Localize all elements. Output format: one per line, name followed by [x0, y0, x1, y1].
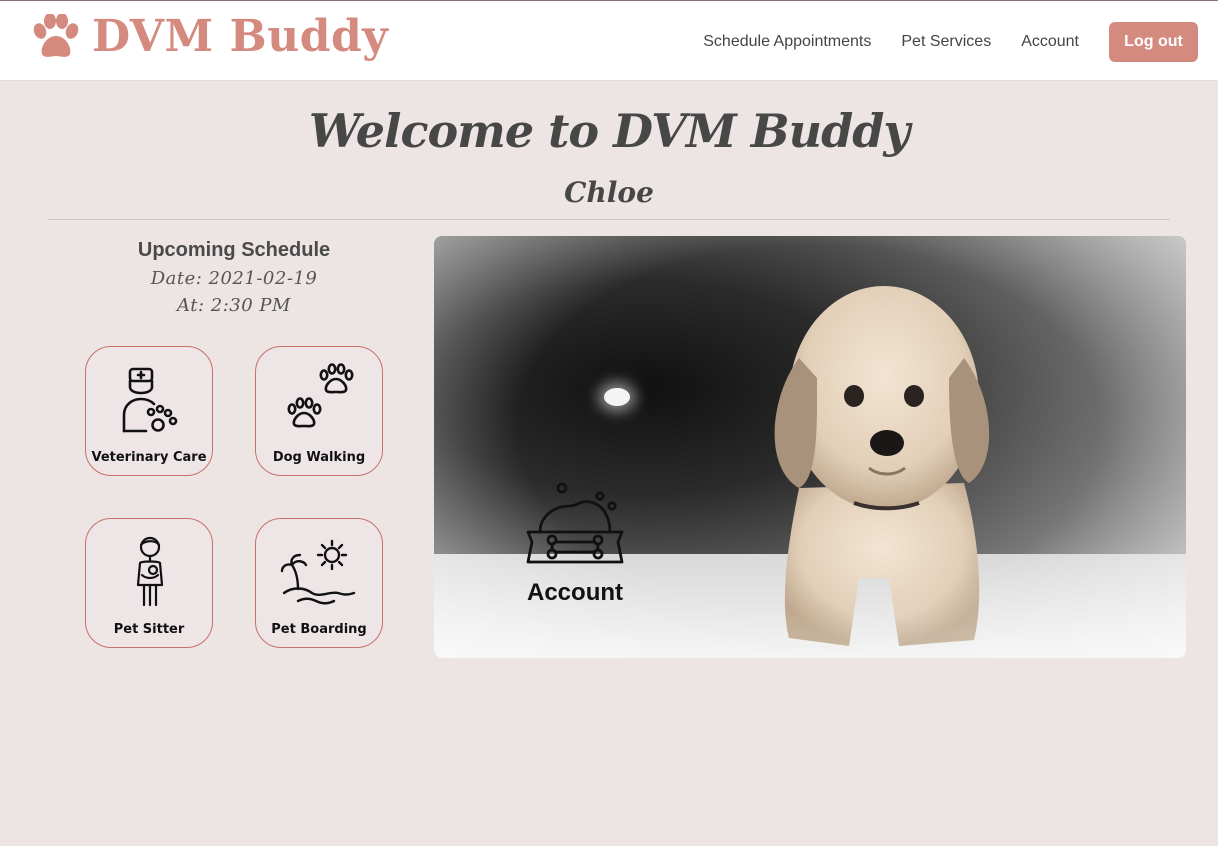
schedule-date: Date: 2021-02-19	[150, 268, 318, 289]
service-label: Pet Sitter	[113, 622, 185, 637]
brand-logo-link[interactable]: DVM Buddy	[30, 11, 388, 62]
hero-account-label: Account	[527, 579, 623, 606]
island-sun-icon	[280, 539, 356, 605]
service-tile-pet-sitter[interactable]: Pet Sitter	[85, 518, 213, 648]
hero-account-link[interactable]: Account	[510, 482, 640, 607]
nav-schedule-appointments[interactable]: Schedule Appointments	[703, 24, 871, 60]
navbar: DVM Buddy Schedule Appointments Pet Serv…	[0, 0, 1218, 81]
service-label: Pet Boarding	[271, 622, 367, 637]
veterinarian-icon	[122, 367, 178, 433]
pet-sitter-icon	[136, 536, 164, 607]
schedule-time: At: 2:30 PM	[177, 295, 291, 316]
paw-logo-icon	[33, 13, 79, 57]
divider	[48, 219, 1170, 220]
schedule-title: Upcoming Schedule	[137, 239, 331, 261]
nav-links: Schedule Appointments Pet Services Accou…	[703, 22, 1198, 62]
logout-button[interactable]: Log out	[1109, 22, 1198, 62]
service-label: Dog Walking	[272, 450, 366, 465]
service-tile-dog-walking[interactable]: Dog Walking	[255, 346, 383, 476]
upcoming-schedule: Upcoming Schedule Date: 2021-02-19 At: 2…	[86, 239, 382, 316]
nav-account[interactable]: Account	[1021, 24, 1079, 60]
welcome-title: Welcome to DVM Buddy	[308, 104, 910, 158]
service-label: Veterinary Care	[91, 450, 207, 465]
brand-name: DVM Buddy	[92, 11, 389, 62]
nav-pet-services[interactable]: Pet Services	[901, 24, 991, 60]
service-tile-pet-boarding[interactable]: Pet Boarding	[255, 518, 383, 648]
paw-prints-icon	[287, 363, 354, 428]
hero-image: Account	[434, 236, 1186, 658]
service-tile-veterinary-care[interactable]: Veterinary Care	[85, 346, 213, 476]
food-bowl-icon	[526, 482, 624, 564]
user-name: Chloe	[564, 176, 654, 209]
